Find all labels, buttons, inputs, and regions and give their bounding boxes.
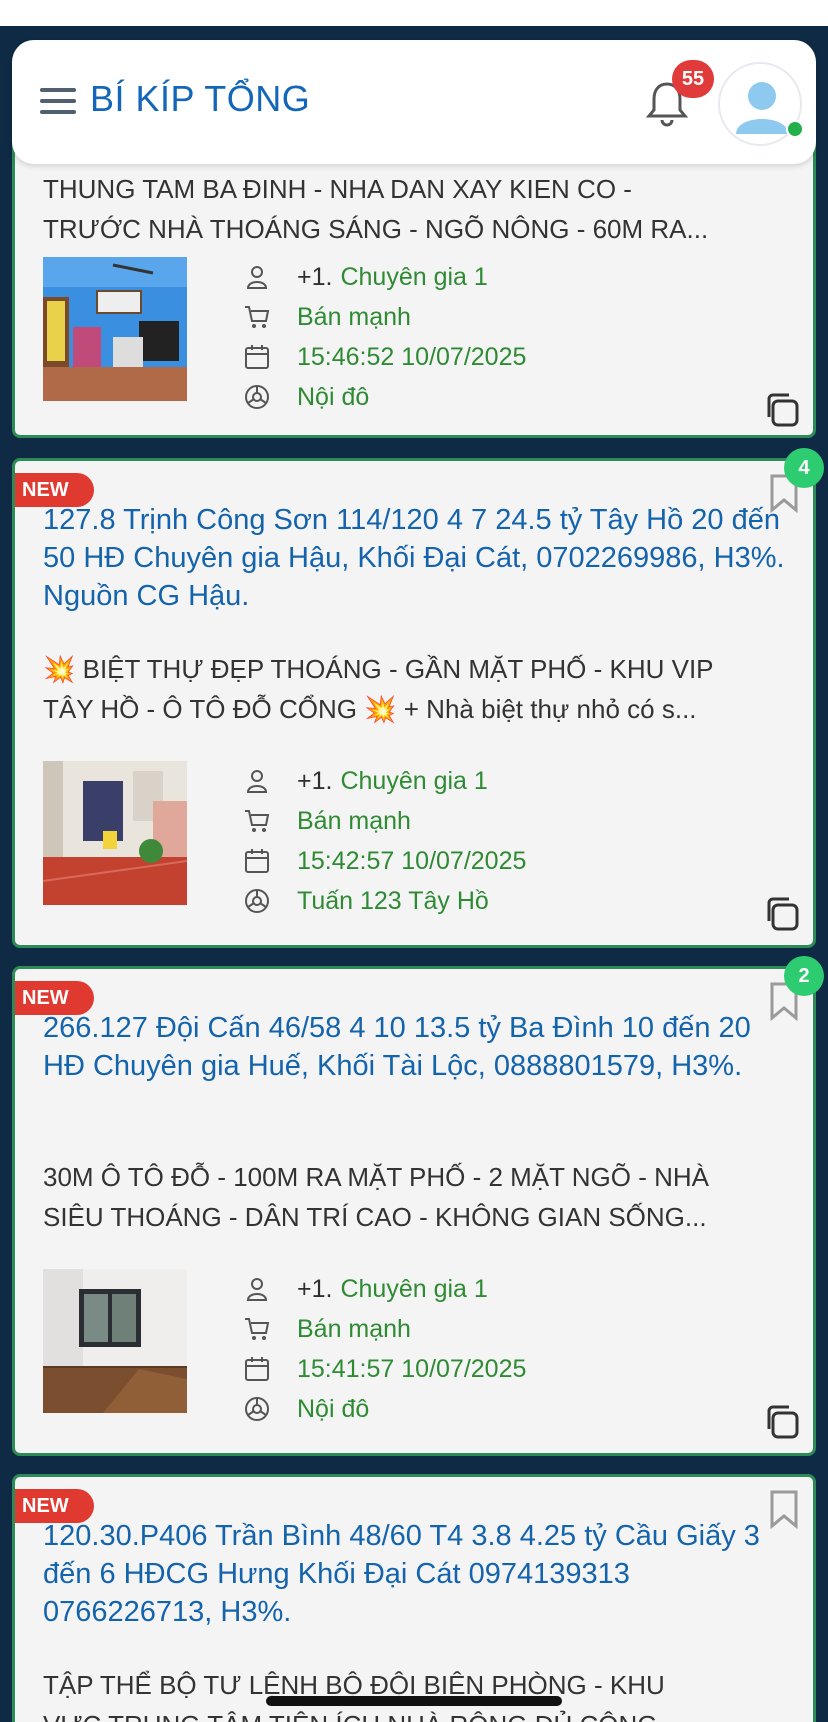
- listing-title[interactable]: 127.8 Trịnh Công Sơn 114/120 4 7 24.5 tỷ…: [43, 501, 791, 615]
- agent-name: Chuyên gia 1: [340, 1274, 488, 1303]
- agent-prefix: +1.: [297, 1274, 333, 1303]
- meta-agent: +1. Chuyên gia 1: [243, 761, 763, 801]
- listing-thumbnail[interactable]: [43, 761, 187, 905]
- meta-datetime: 15:46:52 10/07/2025: [243, 337, 763, 377]
- meta-agent: +1. Chuyên gia 1: [243, 257, 763, 297]
- meta-area: Tuấn 123 Tây Hồ: [243, 881, 763, 921]
- notification-badge: 55: [672, 60, 714, 98]
- update-count-badge: 2: [784, 956, 824, 996]
- listing-meta: +1. Chuyên gia 1 Bán mạnh 15:41:57 10/07…: [243, 1269, 763, 1429]
- listing-meta: +1. Chuyên gia 1 Bán mạnh 15:46:52 10/07…: [243, 257, 763, 417]
- agent-prefix: +1.: [297, 262, 333, 291]
- meta-area: Nội đô: [243, 377, 763, 417]
- calendar-icon: [245, 1357, 269, 1381]
- copy-icon[interactable]: [761, 1401, 803, 1443]
- agent-prefix: +1.: [297, 766, 333, 795]
- globe-icon: [245, 385, 269, 409]
- listing-title[interactable]: 266.127 Đội Cấn 46/58 4 10 13.5 tỷ Ba Đì…: [43, 1009, 791, 1085]
- calendar-icon: [245, 345, 269, 369]
- meta-area: Nội đô: [243, 1389, 763, 1429]
- description-line: SIÊU THOÁNG - DÂN TRÍ CAO - KHÔNG GIAN S…: [43, 1202, 707, 1232]
- listing-title[interactable]: 120.30.P406 Trần Bình 48/60 T4 3.8 4.25 …: [43, 1517, 791, 1631]
- listing-meta: +1. Chuyên gia 1 Bán mạnh 15:42:57 10/07…: [243, 761, 763, 921]
- listing-card[interactable]: NEW 266.127 Đội Cấn 46/58 4 10 13.5 tỷ B…: [12, 966, 816, 1456]
- listing-datetime: 15:46:52 10/07/2025: [297, 342, 527, 371]
- update-count-badge: 4: [784, 448, 824, 488]
- cart-icon: [245, 810, 270, 832]
- listing-datetime: 15:42:57 10/07/2025: [297, 846, 527, 875]
- description-line: VỰC TRUNG TÂM TIỆN ÍCH NHÀ RỘNG ĐỦ CÔNG: [43, 1705, 803, 1722]
- listing-status: Bán mạnh: [297, 806, 411, 835]
- listing-area: Nội đô: [297, 1394, 370, 1423]
- home-indicator: [266, 1696, 562, 1706]
- user-icon: [246, 266, 268, 289]
- listing-status: Bán mạnh: [297, 1314, 411, 1343]
- copy-icon[interactable]: [761, 893, 803, 935]
- user-icon: [246, 770, 268, 793]
- description-line: 30M Ô TÔ ĐỖ - 100M RA MẶT PHỐ - 2 MẶT NG…: [43, 1162, 710, 1192]
- calendar-icon: [245, 849, 269, 873]
- cart-icon: [245, 1318, 270, 1340]
- agent-name: Chuyên gia 1: [340, 766, 488, 795]
- listing-thumbnail[interactable]: [43, 257, 187, 401]
- listing-description: 💥 BIỆT THỰ ĐẸP THOÁNG - GẦN MẶT PHỐ - KH…: [43, 649, 803, 729]
- meta-datetime: 15:41:57 10/07/2025: [243, 1349, 763, 1389]
- app-header: BÍ KÍP TỔNG 55: [12, 40, 816, 164]
- listing-card[interactable]: NEW 127.8 Trịnh Công Sơn 114/120 4 7 24.…: [12, 458, 816, 948]
- listing-feed[interactable]: THUNG TAM BA ĐINH - NHA DAN XAY KIEN CO …: [0, 26, 828, 1722]
- status-bar: [0, 0, 828, 26]
- meta-status: Bán mạnh: [243, 297, 763, 337]
- copy-icon[interactable]: [761, 389, 803, 431]
- listing-card[interactable]: NEW 120.30.P406 Trần Bình 48/60 T4 3.8 4…: [12, 1474, 816, 1722]
- description-line: TÂY HỒ - Ô TÔ ĐỖ CỔNG 💥 + Nhà biệt thự n…: [43, 694, 697, 724]
- listing-thumbnail[interactable]: [43, 1269, 187, 1413]
- meta-datetime: 15:42:57 10/07/2025: [243, 841, 763, 881]
- app-title: BÍ KÍP TỔNG: [90, 78, 311, 119]
- listing-description: TẬP THỂ BỘ TƯ LỆNH BỘ ĐỘI BIÊN PHÒNG - K…: [43, 1665, 803, 1722]
- menu-icon[interactable]: [36, 84, 80, 118]
- user-icon: [246, 1278, 268, 1301]
- listing-status: Bán mạnh: [297, 302, 411, 331]
- globe-icon: [245, 889, 269, 913]
- listing-description: 30M Ô TÔ ĐỖ - 100M RA MẶT PHỐ - 2 MẶT NG…: [43, 1157, 803, 1237]
- meta-status: Bán mạnh: [243, 1309, 763, 1349]
- meta-agent: +1. Chuyên gia 1: [243, 1269, 763, 1309]
- description-line: THUNG TAM BA ĐINH - NHA DAN XAY KIEN CO …: [43, 174, 632, 204]
- cart-icon: [245, 306, 270, 328]
- globe-icon: [245, 1397, 269, 1421]
- description-line: TRƯỚC NHÀ THOÁNG SÁNG - NGÕ NÔNG - 60M R…: [43, 214, 709, 244]
- listing-datetime: 15:41:57 10/07/2025: [297, 1354, 527, 1383]
- listing-area: Nội đô: [297, 382, 370, 411]
- listing-area: Tuấn 123 Tây Hồ: [297, 886, 489, 915]
- meta-status: Bán mạnh: [243, 801, 763, 841]
- listing-description: THUNG TAM BA ĐINH - NHA DAN XAY KIEN CO …: [43, 169, 803, 249]
- agent-name: Chuyên gia 1: [340, 262, 488, 291]
- online-status-dot: [786, 120, 804, 138]
- description-line: 💥 BIỆT THỰ ĐẸP THOÁNG - GẦN MẶT PHỐ - KH…: [43, 654, 714, 684]
